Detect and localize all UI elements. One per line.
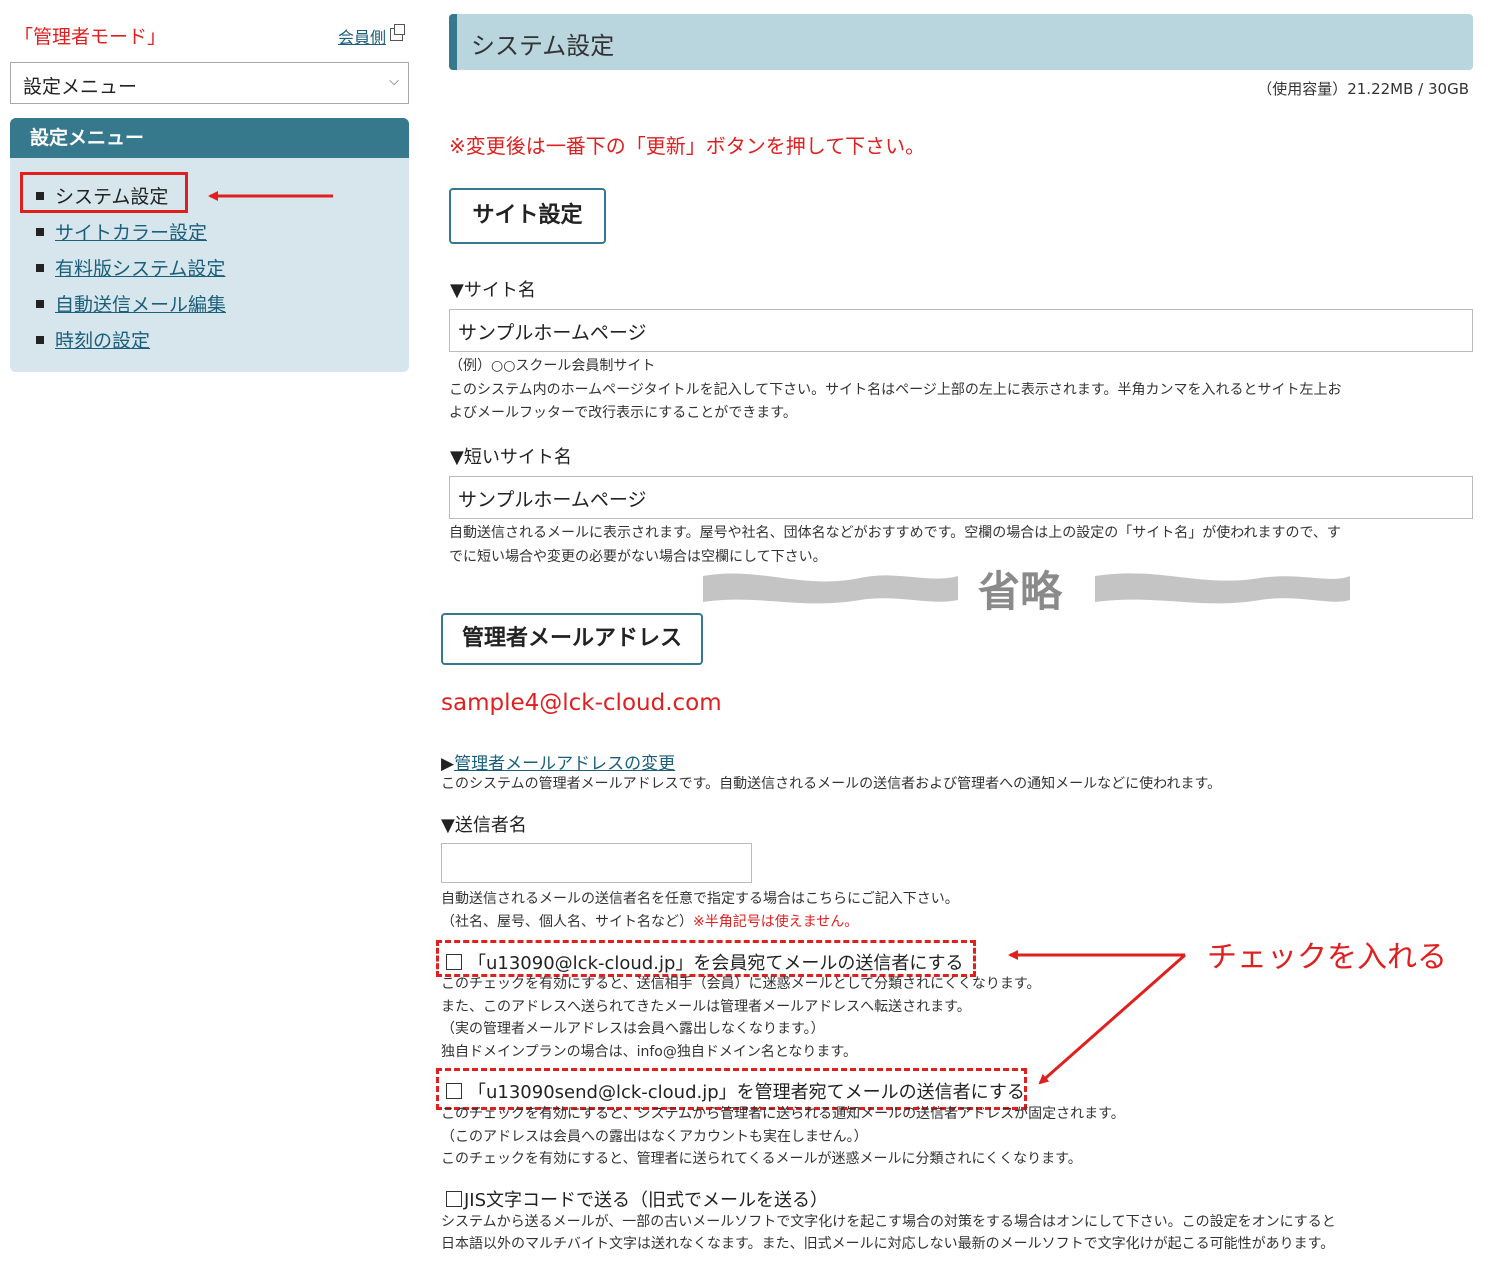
- omission-bar-left: [703, 573, 958, 604]
- arrow-to-admin-sender: [1038, 953, 1186, 1085]
- omission-bar-right: [1095, 573, 1350, 604]
- annotation-overlay: [208, 191, 1350, 1085]
